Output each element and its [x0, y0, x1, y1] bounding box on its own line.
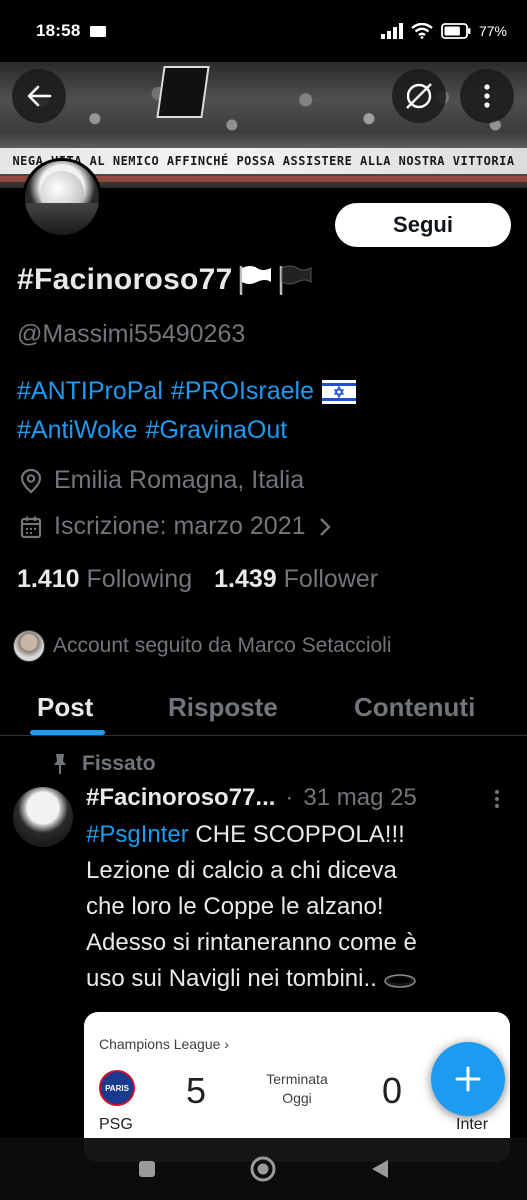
signal-icon	[380, 23, 403, 39]
back-button[interactable]	[12, 69, 66, 123]
tweet-separator: ·	[285, 784, 294, 811]
tweet-text: #PsgInter CHE SCOPPOLA!!! Lezione di cal…	[86, 817, 506, 997]
display-name-text: #Facinoroso77	[17, 263, 233, 296]
followed-by[interactable]: Account seguito da Marco Setaccioli	[13, 630, 392, 662]
bio-hashtag[interactable]: #PROIsraele	[171, 372, 314, 411]
mail-notification-icon	[90, 25, 107, 37]
match-status: Terminata Oggi	[244, 1070, 350, 1108]
banner-flag	[156, 66, 210, 118]
followers-label: Follower	[283, 565, 379, 593]
status-bar: 18:58 77%	[0, 0, 527, 62]
battery-icon	[441, 23, 471, 39]
tweet-date: 31 mag 25	[303, 784, 417, 811]
plus-icon	[455, 1066, 481, 1092]
tweet-more-icon[interactable]	[493, 788, 501, 810]
explore-button[interactable]	[392, 69, 446, 123]
more-vertical-icon	[484, 84, 490, 108]
following-count: 1.410	[17, 565, 80, 593]
follow-button[interactable]: Segui	[335, 203, 511, 247]
profile-avatar[interactable]	[22, 158, 102, 238]
match-status-line: Terminata	[266, 1071, 328, 1087]
hole-icon	[384, 973, 417, 988]
followers-stat[interactable]: 1.439 Follower	[214, 565, 378, 594]
arrow-left-icon	[27, 85, 52, 107]
tweet-line: #PsgInter CHE SCOPPOLA!!!	[86, 817, 506, 853]
bio-hashtag[interactable]: #ANTIProPal	[17, 372, 163, 411]
more-options-button[interactable]	[460, 69, 514, 123]
back-nav-icon[interactable]	[369, 1158, 391, 1180]
pin-icon	[54, 754, 66, 774]
home-score: 5	[186, 1070, 207, 1111]
tweet-line-text: uso sui Navigli nei tombini..	[86, 965, 377, 992]
tweet-line: Lezione di calcio a chi diceva	[86, 857, 397, 884]
israel-flag-icon	[322, 379, 357, 404]
active-tab-indicator	[30, 730, 105, 735]
bio-hashtag[interactable]: #GravinaOut	[145, 411, 287, 450]
recents-icon[interactable]	[137, 1159, 157, 1179]
tab-post[interactable]: Post	[37, 692, 93, 723]
chevron-right-icon	[319, 517, 331, 536]
tab-replies[interactable]: Risposte	[168, 692, 278, 723]
joined-text: Iscrizione: marzo 2021	[54, 512, 306, 540]
away-team: Inter	[456, 1116, 489, 1133]
tab-media[interactable]: Contenuti	[354, 692, 475, 723]
bio-line: #AntiWoke #GravinaOut	[17, 411, 517, 450]
profile-tabs: Post Risposte Contenuti	[0, 680, 527, 736]
battery-percent: 77%	[478, 23, 507, 39]
profile-bio: #ANTIProPal #PROIsraele #AntiWoke #Gravi…	[17, 372, 517, 450]
followers-count: 1.439	[214, 565, 277, 593]
home-icon[interactable]	[249, 1155, 277, 1183]
display-name: #Facinoroso77	[17, 263, 313, 297]
following-label: Following	[86, 565, 193, 593]
profile-handle: @Massimi55490263	[17, 320, 246, 348]
explore-off-icon	[406, 83, 432, 109]
tweet-line: che loro le Coppe le alzano!	[86, 893, 384, 920]
wifi-icon	[411, 23, 433, 39]
home-team: PSG	[99, 1116, 133, 1133]
psg-logo-icon: PARIS	[99, 1070, 135, 1106]
stadium-banner-text: NEGA VITA AL NEMICO AFFINCHÉ POSSA ASSIS…	[12, 154, 515, 168]
match-status-date: Oggi	[282, 1090, 312, 1106]
tweet-header: #Facinoroso77... · 31 mag 25	[86, 784, 417, 812]
followed-by-text: Account seguito da Marco Setaccioli	[53, 634, 392, 657]
profile-joined[interactable]: Iscrizione: marzo 2021	[20, 512, 332, 541]
follower-avatar	[13, 630, 45, 662]
tweet-line: uso sui Navigli nei tombini..	[86, 961, 506, 997]
profile-location: Emilia Romagna, Italia	[20, 466, 304, 495]
black-flag-icon	[279, 265, 312, 295]
calendar-icon	[20, 516, 42, 538]
competition-label: Champions League ›	[99, 1036, 229, 1052]
pinned-text: Fissato	[82, 752, 156, 775]
tweet-line: Adesso si rintaneranno come è	[86, 929, 417, 956]
profile-stats: 1.410 Following 1.439 Follower	[17, 565, 378, 594]
bio-line: #ANTIProPal #PROIsraele	[17, 372, 517, 411]
avatar-figure	[25, 203, 99, 235]
location-text: Emilia Romagna, Italia	[54, 466, 305, 494]
tweet-avatar[interactable]	[13, 787, 73, 847]
compose-button[interactable]	[431, 1042, 505, 1116]
status-right: 77%	[380, 23, 507, 39]
away-score: 0	[382, 1070, 403, 1111]
following-stat[interactable]: 1.410 Following	[17, 565, 192, 594]
location-pin-icon	[20, 468, 42, 493]
white-flag-icon	[239, 266, 271, 295]
tweet-hashtag[interactable]: #PsgInter	[86, 821, 189, 848]
status-time: 18:58	[36, 21, 81, 40]
bio-hashtag[interactable]: #AntiWoke	[17, 411, 137, 450]
system-nav-bar	[0, 1138, 527, 1200]
tweet-author[interactable]: #Facinoroso77...	[86, 784, 275, 812]
pinned-label: Fissato	[52, 752, 156, 776]
tweet-line-text: CHE SCOPPOLA!!!	[188, 821, 405, 848]
